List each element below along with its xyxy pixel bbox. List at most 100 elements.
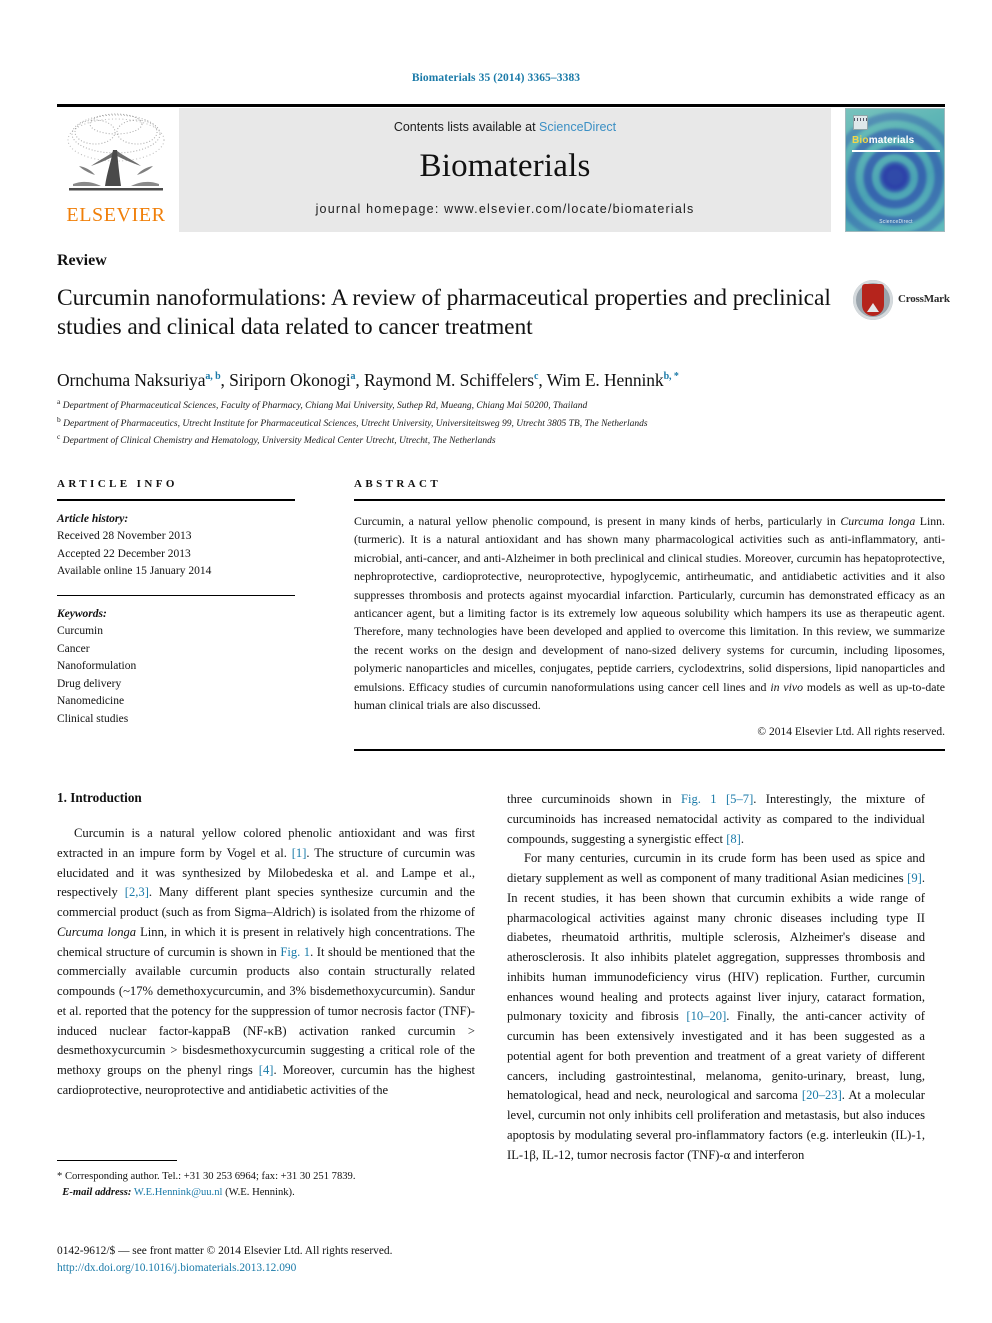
journal-homepage-line[interactable]: journal homepage: www.elsevier.com/locat… bbox=[179, 202, 831, 216]
body-left-column: 1. Introduction Curcumin is a natural ye… bbox=[57, 790, 475, 1101]
intro-r-text-b bbox=[717, 792, 726, 806]
cover-underline bbox=[852, 150, 940, 152]
crossmark-badge[interactable]: CrossMark bbox=[853, 280, 950, 322]
cover-title-suffix: materials bbox=[868, 135, 915, 146]
author-2-name: Raymond M. Schiffelers bbox=[363, 370, 534, 390]
citation-ref-1[interactable]: [1] bbox=[292, 846, 307, 860]
intro-l-text-e: . It should be mentioned that the commer… bbox=[57, 944, 475, 1078]
figure-ref-1-right[interactable]: Fig. 1 bbox=[681, 792, 717, 806]
keyword-2: Nanoformulation bbox=[57, 660, 137, 673]
author-0-marks: a, b bbox=[205, 371, 221, 383]
citation-ref-2-3[interactable]: [2,3] bbox=[125, 885, 149, 899]
citation-ref-8[interactable]: [8] bbox=[726, 832, 741, 846]
abstract-italic-2: in vivo bbox=[770, 679, 804, 694]
citation-ref-10-20[interactable]: [10–20] bbox=[686, 1009, 726, 1023]
abstract-part-1: Curcumin, a natural yellow phenolic comp… bbox=[354, 514, 841, 528]
abstract-text: Curcumin, a natural yellow phenolic comp… bbox=[354, 512, 945, 714]
citation-ref-5-7[interactable]: [5–7] bbox=[726, 792, 753, 806]
intro-paragraph-right-2: For many centuries, curcumin in its crud… bbox=[507, 849, 925, 1165]
issn-line: 0142-9612/$ — see front matter © 2014 El… bbox=[57, 1245, 393, 1257]
figure-ref-1[interactable]: Fig. 1 bbox=[280, 945, 310, 959]
page-title: Curcumin nanoformulations: A review of p… bbox=[57, 285, 831, 340]
running-head: Biomaterials 35 (2014) 3365–3383 bbox=[411, 72, 581, 84]
keywords-group: Keywords: Curcumin Cancer Nanoformulatio… bbox=[57, 606, 295, 728]
elsevier-wordmark: ELSEVIER bbox=[66, 204, 166, 226]
cover-title-prefix: Bio bbox=[852, 135, 869, 146]
contents-prefix: Contents lists available at bbox=[393, 120, 540, 134]
author-3-name: Wim E. Hennink bbox=[546, 370, 664, 390]
abstract-column: ABSTRACT Curcumin, a natural yellow phen… bbox=[354, 478, 945, 752]
abstract-italic-1: Curcuma longa bbox=[840, 514, 916, 528]
affiliation-c-mark: c bbox=[57, 432, 61, 442]
keyword-5: Clinical studies bbox=[57, 712, 129, 725]
intro-r-text-a: three curcuminoids shown in bbox=[507, 792, 681, 806]
citation-ref-20-23[interactable]: [20–23] bbox=[802, 1088, 842, 1102]
doi-link[interactable]: http://dx.doi.org/10.1016/j.biomaterials… bbox=[57, 1260, 617, 1277]
intro-l-italic-1: Curcuma longa bbox=[57, 924, 137, 939]
author-1-sep: , bbox=[355, 370, 364, 390]
abstract-part-2: Linn. (turmeric). It is a natural antiox… bbox=[354, 514, 945, 694]
contents-available-line: Contents lists available at ScienceDirec… bbox=[179, 120, 831, 134]
author-2-sep: , bbox=[538, 370, 547, 390]
article-info-rule bbox=[57, 499, 295, 501]
footnote-rule bbox=[57, 1160, 177, 1161]
journal-cover-thumbnail: Biomaterials ScienceDirect bbox=[845, 108, 945, 232]
colophon-block: 0142-9612/$ — see front matter © 2014 El… bbox=[57, 1243, 617, 1277]
affiliation-list: a Department of Pharmaceutical Sciences,… bbox=[57, 396, 945, 449]
journal-masthead: ELSEVIER Contents lists available at Sci… bbox=[57, 104, 945, 232]
keyword-4: Nanomedicine bbox=[57, 695, 125, 708]
sciencedirect-link[interactable]: ScienceDirect bbox=[539, 120, 616, 134]
keywords-label: Keywords: bbox=[57, 607, 107, 620]
intro-paragraph-left: Curcumin is a natural yellow colored phe… bbox=[57, 824, 475, 1101]
title-block: Review Curcumin nanoformulations: A revi… bbox=[57, 252, 950, 341]
intro-r2-text-a: For many centuries, curcumin in its crud… bbox=[507, 851, 925, 886]
citation-ref-4[interactable]: [4] bbox=[259, 1063, 274, 1077]
section-heading-introduction: 1. Introduction bbox=[57, 790, 142, 805]
affiliation-b-mark: b bbox=[57, 414, 61, 424]
sciencedirect-band: Contents lists available at ScienceDirec… bbox=[179, 108, 831, 232]
citation-ref-9[interactable]: [9] bbox=[907, 871, 922, 885]
crossmark-icon bbox=[853, 280, 893, 320]
email-line: E-mail address: W.E.Hennink@uu.nl (W.E. … bbox=[57, 1185, 475, 1201]
keywords-rule bbox=[57, 594, 295, 596]
affiliation-a-mark: a bbox=[57, 397, 61, 406]
affiliation-a-text: Department of Pharmaceutical Sciences, F… bbox=[62, 401, 588, 412]
affiliation-a: a Department of Pharmaceutical Sciences,… bbox=[57, 396, 945, 414]
affiliation-c-text: Department of Clinical Chemistry and Hem… bbox=[62, 436, 496, 447]
body-right-column: three curcuminoids shown in Fig. 1 [5–7]… bbox=[507, 790, 925, 1166]
corresponding-author-line: * Corresponding author. Tel.: +31 30 253… bbox=[57, 1171, 356, 1182]
article-history-group: Article history: Received 28 November 20… bbox=[57, 511, 295, 581]
document-type-label: Review bbox=[57, 252, 107, 269]
cover-title: Biomaterials bbox=[852, 135, 914, 146]
intro-r2-text-b: . In recent studies, it has been shown t… bbox=[507, 871, 925, 1024]
cover-publisher-icon bbox=[853, 115, 868, 130]
abstract-bottom-rule bbox=[354, 749, 945, 752]
footnote-block: * Corresponding author. Tel.: +31 30 253… bbox=[57, 1160, 475, 1201]
crossmark-label: CrossMark bbox=[898, 293, 950, 305]
email-link[interactable]: W.E.Hennink@uu.nl bbox=[134, 1187, 223, 1198]
history-item-1: Accepted 22 December 2013 bbox=[57, 547, 191, 560]
keyword-3: Drug delivery bbox=[57, 677, 122, 690]
email-owner: (W.E. Hennink). bbox=[225, 1186, 295, 1198]
article-history-label: Article history: bbox=[57, 513, 129, 525]
elsevier-tree-icon bbox=[67, 113, 165, 191]
author-1-name: Siriporn Okonogi bbox=[229, 370, 351, 390]
abstract-heading: ABSTRACT bbox=[354, 478, 442, 490]
paper-page: Biomaterials 35 (2014) 3365–3383 ELSEVIE… bbox=[0, 0, 992, 1323]
article-info-heading: ARTICLE INFO bbox=[57, 478, 178, 490]
keyword-0: Curcumin bbox=[57, 625, 103, 638]
author-0-name: Ornchuma Naksuriya bbox=[57, 370, 206, 390]
intro-paragraph-right-1: three curcuminoids shown in Fig. 1 [5–7]… bbox=[507, 790, 925, 849]
abstract-rule bbox=[354, 499, 945, 501]
cover-footer-text: ScienceDirect bbox=[879, 219, 913, 225]
history-item-0: Received 28 November 2013 bbox=[57, 530, 192, 543]
affiliation-b: b Department of Pharmaceutics, Utrecht I… bbox=[57, 414, 945, 432]
affiliation-c: c Department of Clinical Chemistry and H… bbox=[57, 431, 945, 449]
article-info-column: ARTICLE INFO Article history: Received 2… bbox=[57, 478, 295, 728]
keyword-1: Cancer bbox=[57, 642, 90, 655]
author-0-sep: , bbox=[220, 370, 230, 390]
elsevier-logo: ELSEVIER bbox=[57, 108, 175, 232]
author-list: Ornchuma Naksuriyaa, b, Siriporn Okonogi… bbox=[57, 370, 945, 391]
history-item-2: Available online 15 January 2014 bbox=[57, 565, 212, 578]
corresponding-author-note: * Corresponding author. Tel.: +31 30 253… bbox=[57, 1169, 475, 1201]
